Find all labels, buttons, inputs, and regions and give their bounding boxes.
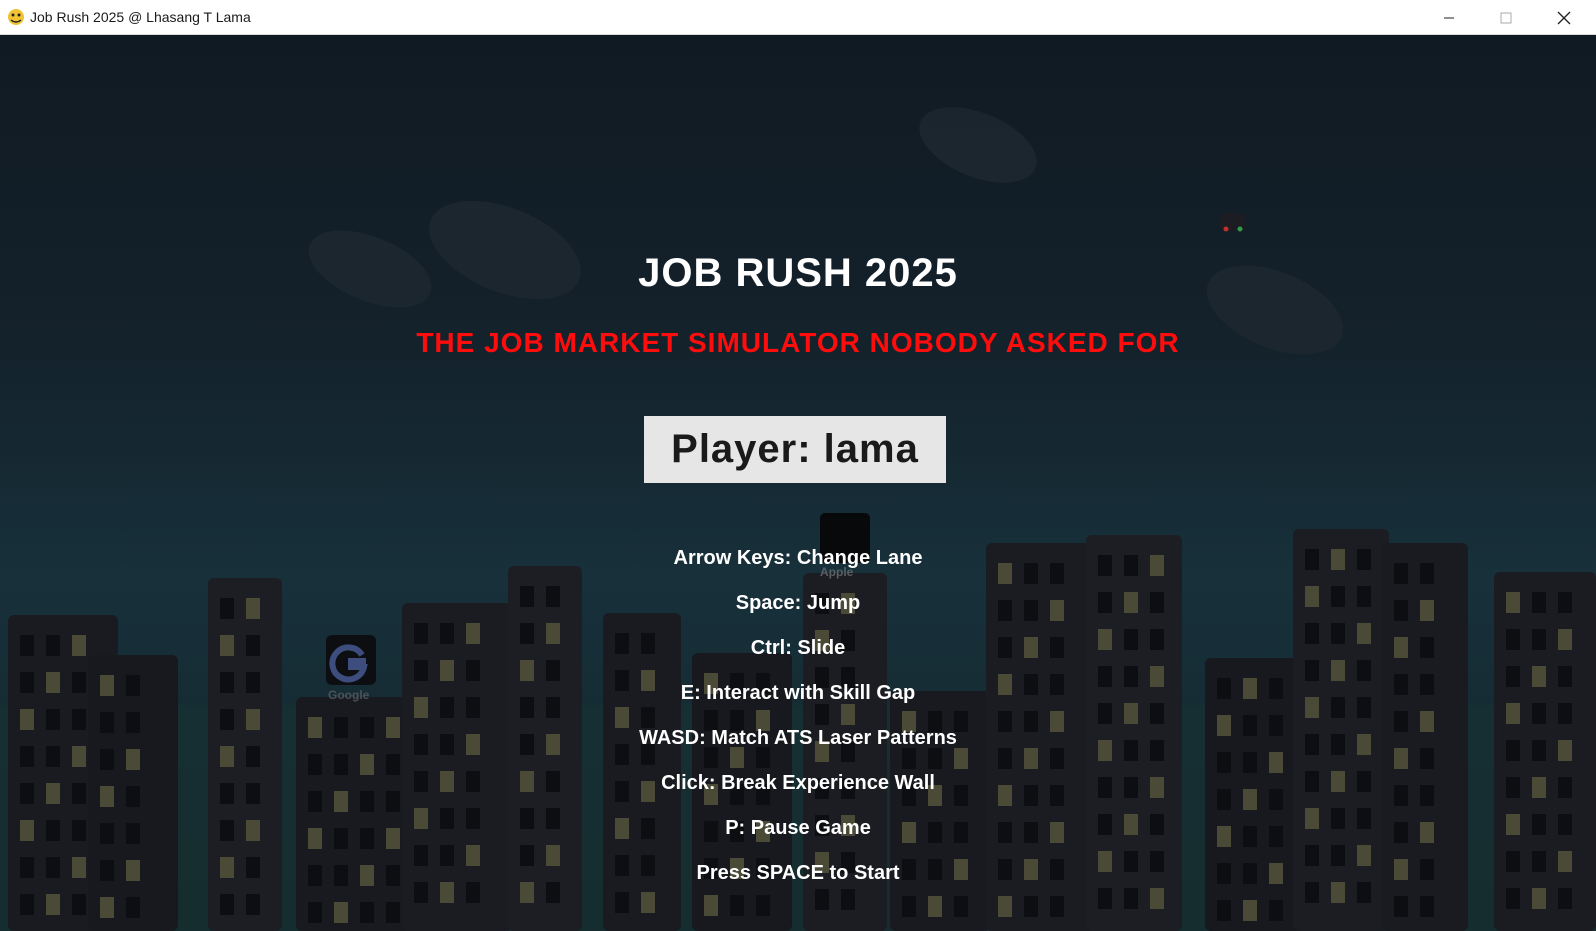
control-ats: WASD: Match ATS Laser Patterns [639,727,957,749]
app-icon [8,9,24,25]
control-pause: P: Pause Game [725,817,871,839]
window-titlebar: Job Rush 2025 @ Lhasang T Lama [0,0,1596,35]
close-button[interactable] [1535,0,1593,35]
game-tagline: THE JOB MARKET SIMULATOR NOBODY ASKED FO… [416,327,1180,358]
control-click: Click: Break Experience Wall [661,772,935,794]
control-change-lane: Arrow Keys: Change Lane [673,547,923,569]
player-name-box: Player: lama [644,416,946,483]
game-canvas[interactable]: JOB RUSH 2025 THE JOB MARKET SIMULATOR N… [0,35,1596,931]
window-title: Job Rush 2025 @ Lhasang T Lama [30,9,251,25]
control-slide: Ctrl: Slide [750,637,846,659]
maximize-button[interactable] [1477,0,1535,35]
game-title: JOB RUSH 2025 [638,251,958,295]
minimize-icon [1444,17,1454,18]
player-name: Player: lama [671,427,919,471]
control-interact: E: Interact with Skill Gap [680,682,916,704]
minimize-button[interactable] [1420,0,1478,35]
control-jump: Space: Jump [735,592,861,614]
maximize-icon [1500,12,1512,23]
menu-overlay: JOB RUSH 2025 THE JOB MARKET SIMULATOR N… [0,35,1596,931]
close-icon [1557,11,1571,24]
start-prompt[interactable]: Press SPACE to Start [0,862,1596,885]
